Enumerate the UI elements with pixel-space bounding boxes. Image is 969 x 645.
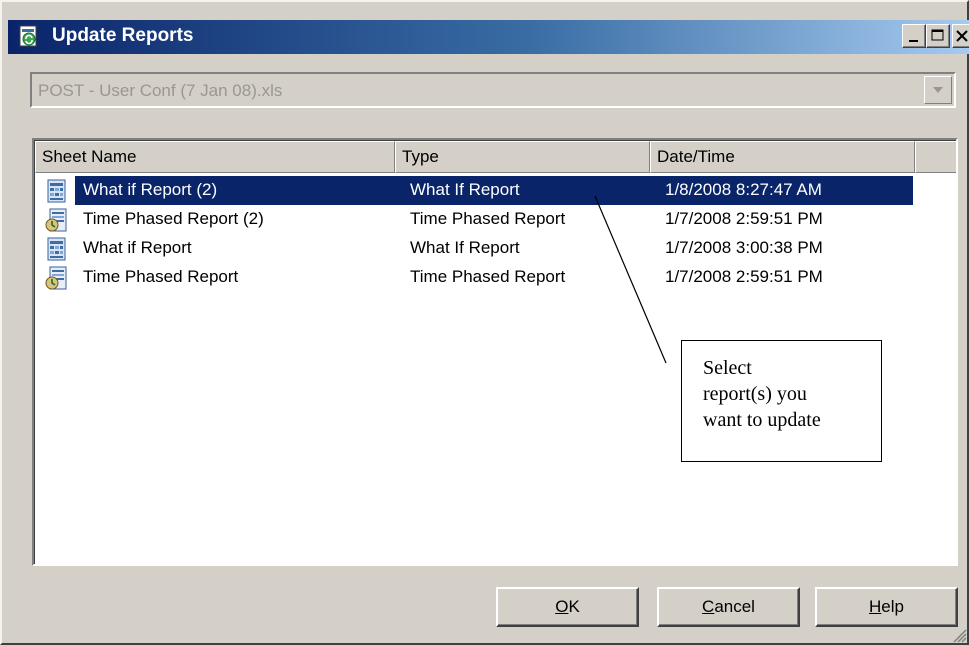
what-if-report-icon: [47, 237, 66, 261]
cancel-button-mnemonic: C: [702, 597, 715, 616]
cancel-button[interactable]: Cancel: [657, 587, 800, 627]
help-button[interactable]: Help: [815, 587, 958, 627]
row-sheet-name: What if Report (2): [83, 180, 218, 199]
annotation-callout: Select report(s) you want to update: [681, 340, 882, 462]
row-sheet-name: Time Phased Report: [83, 267, 239, 286]
row-date-time: 1/8/2008 8:27:47 AM: [665, 180, 822, 199]
row-type: Time Phased Report: [410, 267, 566, 286]
maximize-button[interactable]: [926, 24, 950, 48]
ok-button-label: K: [568, 597, 580, 616]
time-phased-report-icon: [45, 208, 67, 232]
callout-line: want to update: [703, 409, 821, 431]
help-button-mnemonic: H: [869, 597, 882, 616]
table-row[interactable]: Time Phased Report Time Phased Report 1/…: [35, 263, 956, 292]
close-button[interactable]: [952, 24, 969, 48]
cancel-button-label: ancel: [714, 597, 755, 616]
column-header-filler: [915, 141, 956, 173]
callout-line: Select: [703, 357, 752, 379]
ok-button-mnemonic: O: [555, 597, 569, 616]
row-sheet-name: What if Report: [83, 238, 192, 257]
report-list-header: Sheet Name Type Date/Time: [35, 141, 956, 173]
column-header-type[interactable]: Type: [395, 141, 650, 173]
what-if-report-icon: [47, 179, 66, 203]
close-icon: [956, 30, 968, 42]
callout-line: report(s) you: [703, 383, 807, 405]
workbook-select-value: POST - User Conf (7 Jan 08).xls: [38, 81, 283, 100]
chevron-down-icon: [933, 87, 943, 93]
row-date-time: 1/7/2008 2:59:51 PM: [665, 267, 823, 286]
time-phased-report-icon: [45, 266, 67, 290]
minimize-icon: [909, 40, 918, 42]
workbook-select-dropdown-button[interactable]: [924, 76, 952, 104]
table-row[interactable]: What if Report What If Report 1/7/2008 3…: [35, 234, 956, 263]
row-type: What If Report: [410, 180, 520, 199]
row-date-time: 1/7/2008 3:00:38 PM: [665, 238, 823, 257]
workbook-select[interactable]: POST - User Conf (7 Jan 08).xls: [30, 72, 956, 108]
table-row[interactable]: What if Report (2) What If Report 1/8/20…: [35, 176, 956, 205]
table-row[interactable]: Time Phased Report (2) Time Phased Repor…: [35, 205, 956, 234]
row-type: What If Report: [410, 238, 520, 257]
column-header-sheet-name[interactable]: Sheet Name: [35, 141, 395, 173]
help-button-label: elp: [881, 597, 904, 616]
row-sheet-name: Time Phased Report (2): [83, 209, 264, 228]
title-bar[interactable]: Update Reports: [8, 20, 969, 54]
report-list-rows: What if Report (2) What If Report 1/8/20…: [35, 176, 956, 292]
minimize-button[interactable]: [902, 24, 926, 48]
row-type: Time Phased Report: [410, 209, 566, 228]
update-reports-app-icon: [19, 25, 37, 47]
maximize-icon: [931, 29, 944, 41]
ok-button[interactable]: OK: [496, 587, 639, 627]
row-date-time: 1/7/2008 2:59:51 PM: [665, 209, 823, 228]
column-header-date-time[interactable]: Date/Time: [650, 141, 915, 173]
dialog-title: Update Reports: [52, 25, 194, 46]
resize-grip-icon[interactable]: [951, 627, 967, 643]
